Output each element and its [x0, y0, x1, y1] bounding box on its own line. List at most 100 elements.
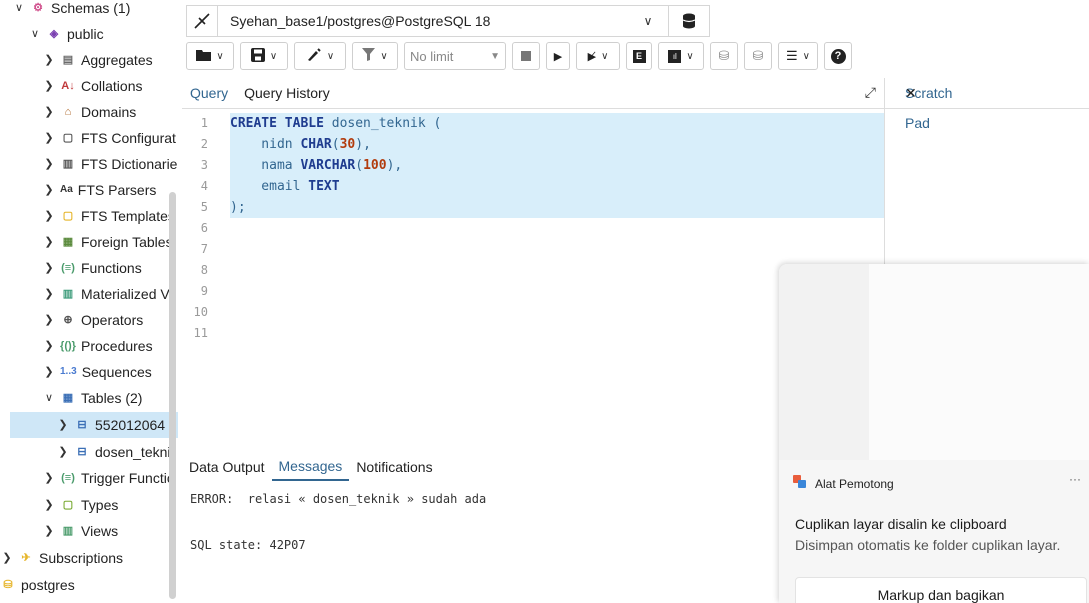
sidebar-scrollbar[interactable] [169, 192, 176, 599]
chevron-right-icon[interactable]: ❯ [42, 125, 56, 151]
snipping-tool-icon [793, 475, 807, 492]
save-file-button[interactable]: ∨ [240, 42, 288, 70]
execute-options-button[interactable]: ▶̸ ∨ [576, 42, 620, 70]
code-line[interactable]: 7 [182, 239, 884, 260]
chevron-right-icon[interactable]: ❯ [42, 281, 56, 307]
rollback-button[interactable]: ⛁ [744, 42, 772, 70]
chevron-down-icon[interactable]: ∨ [12, 0, 26, 21]
sidebar-item[interactable]: ❯ ▢ Types [42, 492, 118, 518]
sidebar-item[interactable]: ❯ ▥ FTS Dictionarie [42, 151, 177, 177]
chevron-right-icon[interactable]: ❯ [56, 412, 70, 438]
sidebar-item[interactable]: ⛁ postgres [0, 572, 75, 598]
edit-button[interactable]: ∨ [294, 42, 346, 70]
code-line[interactable]: 3 nama VARCHAR(100), [182, 155, 884, 176]
chevron-right-icon[interactable]: ❯ [42, 47, 56, 73]
code-line[interactable]: 4 email TEXT [182, 176, 884, 197]
snipping-tool-notification[interactable]: Alat Pemotong ··· Cuplikan layar disalin… [779, 264, 1089, 603]
chevron-down-icon[interactable]: ∨ [42, 385, 56, 411]
open-file-button[interactable]: ∨ [186, 42, 234, 70]
line-number: 1 [200, 116, 208, 130]
chevron-right-icon[interactable]: ❯ [42, 492, 56, 518]
sidebar-item[interactable]: ❯ ▤ Aggregates [42, 47, 152, 73]
tab-data-output[interactable]: Data Output [182, 452, 272, 482]
line-number: 4 [200, 179, 208, 193]
sidebar-item[interactable]: ❯ ▥ Views [42, 518, 118, 544]
sidebar-item[interactable]: ❯ ▦ Foreign Tables [42, 229, 173, 255]
sidebar-item[interactable]: ∨ ⚙ Schemas (1) [12, 0, 130, 21]
row-limit-value: No limit [410, 48, 454, 64]
chevron-right-icon[interactable]: ❯ [42, 333, 56, 359]
commit-button[interactable]: ⛁ [710, 42, 738, 70]
sidebar-item[interactable]: ❯ ⌂ Domains [42, 99, 136, 125]
connection-selector[interactable]: Syehan_base1/postgres@PostgreSQL 18 ∨ [186, 5, 710, 37]
chevron-right-icon[interactable]: ❯ [42, 359, 56, 385]
chevron-right-icon[interactable]: ❯ [42, 99, 56, 125]
filter-button[interactable]: ∨ [352, 42, 398, 70]
chevron-right-icon[interactable]: ❯ [42, 465, 56, 491]
explain-button[interactable]: E [626, 42, 652, 70]
chevron-right-icon[interactable]: ❯ [42, 177, 56, 203]
sidebar-item[interactable]: ❯ ▢ FTS Templates [42, 203, 175, 229]
code-line[interactable]: 2 nidn CHAR(30), [182, 134, 884, 155]
stop-button[interactable] [512, 42, 540, 70]
code-line[interactable]: 5); [182, 197, 884, 218]
sidebar-item[interactable]: ❯ (≡) Trigger Functio [42, 465, 174, 491]
expand-icon[interactable]: ⤢ [865, 84, 876, 101]
sidebar-item[interactable]: ❯ ⊟ dosen_teknil [56, 439, 173, 465]
sidebar-item[interactable]: ❯ ⊟ 552012064 [10, 412, 178, 438]
sidebar-item[interactable]: ❯ ▢ FTS Configurat [42, 125, 176, 151]
play-icon: ▶ [553, 50, 563, 63]
sidebar-item[interactable]: ❯ ⊕ Operators [42, 307, 143, 333]
object-explorer-tree: ∨ ⚙ Schemas (1) ∨ ◈ public ❯ ▤ Aggregates ❯ A↓ Coll… [0, 0, 178, 603]
tab-scratch-pad[interactable]: Scratch Pad ✕ [885, 78, 1089, 131]
row-limit-select[interactable]: No limit ▼ [404, 42, 506, 70]
tab-notifications[interactable]: Notifications [349, 452, 439, 482]
database-icon[interactable] [668, 6, 709, 36]
tab-query[interactable]: Query [182, 78, 236, 108]
sidebar-item[interactable]: ❯ A↓ Collations [42, 73, 142, 99]
folder-icon [196, 49, 212, 64]
tab-messages[interactable]: Messages [271, 453, 350, 481]
chevron-right-icon[interactable]: ❯ [42, 307, 56, 333]
screenshot-preview[interactable] [779, 264, 1089, 460]
chevron-right-icon[interactable]: ❯ [42, 518, 56, 544]
sidebar-item[interactable]: ∨ ▦ Tables (2) [42, 385, 143, 411]
explain-analyze-button[interactable]: ıl ∨ [658, 42, 704, 70]
sidebar-item[interactable]: ❯ {()} Procedures [42, 333, 153, 359]
sidebar-item[interactable]: ❯ ▥ Materialized Vi [42, 281, 172, 307]
code-line[interactable]: 6 [182, 218, 884, 239]
markup-and-share-button[interactable]: Markup dan bagikan [795, 577, 1087, 603]
sidebar-item-label: Procedures [81, 338, 153, 354]
chevron-right-icon[interactable]: ❯ [42, 203, 56, 229]
chevron-right-icon[interactable]: ❯ [42, 229, 56, 255]
help-button[interactable]: ? [824, 42, 852, 70]
macros-button[interactable]: ☰ ∨ [778, 42, 818, 70]
chevron-right-icon[interactable]: ❯ [42, 151, 56, 177]
stop-icon [521, 51, 531, 61]
sidebar-item[interactable]: ❯ Aa FTS Parsers [42, 177, 156, 203]
chevron-right-icon[interactable]: ❯ [42, 255, 56, 281]
execute-button[interactable]: ▶ [546, 42, 570, 70]
chevron-right-icon[interactable]: ❯ [42, 73, 56, 99]
code-text: nidn CHAR(30), [230, 134, 884, 155]
sidebar-item-label: Foreign Tables [81, 234, 173, 250]
sidebar-item-label: postgres [21, 577, 75, 593]
chevron-right-icon[interactable]: ❯ [0, 545, 14, 571]
code-line[interactable]: 1 CREATE TABLE dosen_teknik ( [182, 113, 884, 134]
sidebar-item-label: 552012064 [95, 417, 166, 433]
sidebar-item[interactable]: ∨ ◈ public [28, 21, 104, 47]
sidebar-item[interactable]: ❯ ✈ Subscriptions [0, 545, 123, 571]
line-number: 9 [200, 284, 208, 298]
chevron-down-icon[interactable]: ∨ [28, 21, 42, 47]
sidebar-item-label: FTS Parsers [77, 182, 157, 198]
more-options-icon[interactable]: ··· [1069, 472, 1081, 486]
chevron-right-icon[interactable]: ❯ [56, 439, 70, 465]
close-icon[interactable]: ✕ [905, 78, 917, 108]
sidebar-item[interactable]: ❯ (≡) Functions [42, 255, 141, 281]
chevron-down-icon[interactable]: ∨ [628, 14, 668, 28]
sidebar-item[interactable]: ❯ 1..3 Sequences [42, 359, 151, 385]
tree-node-icon: (≡) [61, 262, 75, 274]
tab-query-history[interactable]: Query History [236, 78, 338, 108]
